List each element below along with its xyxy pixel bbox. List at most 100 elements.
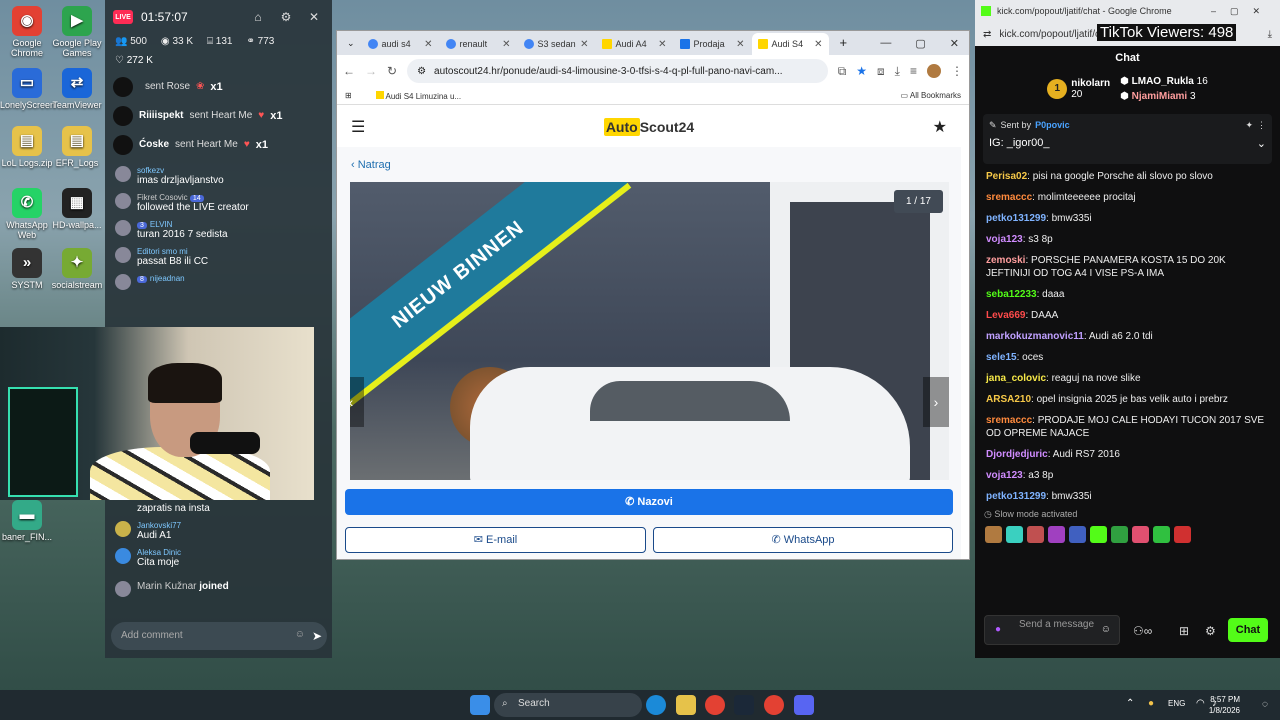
tab-audi-s4-active[interactable]: Audi S4 ✕	[751, 33, 829, 55]
close-icon[interactable]: ✕	[580, 39, 588, 50]
send-message-input[interactable]: ● Send a message ☺	[984, 615, 1120, 645]
forward-icon[interactable]: →	[365, 64, 377, 78]
windows-start-icon[interactable]	[470, 695, 490, 715]
desktop-icon-teamviewer[interactable]: ⇄ TeamViewer	[50, 68, 104, 110]
list-item: Jankovski77 Audi A1	[105, 518, 332, 545]
discord-icon[interactable]	[794, 695, 814, 715]
menu-dots-icon[interactable]: ⋮	[951, 64, 963, 78]
wifi-icon[interactable]: ◠	[1196, 698, 1205, 709]
emote[interactable]	[1174, 526, 1191, 543]
desktop-icon-lol-logs[interactable]: ▤ LoL Logs.zip	[0, 126, 54, 168]
more-icon[interactable]: ⋮	[1257, 120, 1266, 131]
all-bookmarks[interactable]: ▭ All Bookmarks	[901, 91, 961, 100]
site-info-icon[interactable]: ⚙	[417, 66, 426, 77]
shop-icon[interactable]: ⊞	[1179, 624, 1189, 638]
close-icon[interactable]: ✕	[814, 39, 822, 50]
desktop-icon-systm[interactable]: » SYSTM	[0, 248, 54, 290]
call-button[interactable]: ✆ Nazovi	[345, 489, 953, 515]
send-icon[interactable]: ➤	[312, 629, 322, 643]
prev-photo-icon[interactable]: ‹	[350, 377, 364, 427]
chevron-down-icon[interactable]: ⌄	[1257, 137, 1266, 150]
desktop-icon-baner[interactable]: ▬ baner_FIN...	[0, 500, 54, 542]
chrome-icon[interactable]	[764, 695, 784, 715]
add-comment-input[interactable]: Add comment ☺	[111, 622, 327, 650]
tab-audi-a4[interactable]: Audi A4 ✕	[596, 33, 673, 55]
kick-url[interactable]: kick.com/popout/ljatif/c	[999, 29, 1100, 40]
back-icon[interactable]: ←	[343, 64, 355, 78]
notification-icon[interactable]: ◌	[1262, 699, 1268, 710]
emote[interactable]	[1069, 526, 1086, 543]
download-icon[interactable]: ⤓	[1268, 29, 1272, 40]
media-icon[interactable]: ≡	[910, 64, 917, 78]
microphone-icon[interactable]: ●	[1148, 698, 1154, 709]
emote[interactable]	[1111, 526, 1128, 543]
favorite-star-icon[interactable]: ★	[933, 117, 947, 137]
reload-icon[interactable]: ↻	[387, 64, 397, 78]
install-icon[interactable]: ⧉	[838, 64, 847, 79]
close-icon[interactable]: ✕	[736, 39, 744, 50]
desktop-icon-chrome[interactable]: ◉ Google Chrome	[0, 6, 54, 58]
edge-icon[interactable]	[646, 695, 666, 715]
desktop-icon-wallpaper[interactable]: ▦ HD-wallpa...	[50, 188, 104, 230]
emote[interactable]	[1153, 526, 1170, 543]
next-photo-icon[interactable]: ›	[923, 377, 949, 427]
car-photo[interactable]: NIEUW BINNEN 1 / 17 ‹ ›	[350, 182, 949, 480]
minimize-icon[interactable]: —	[880, 37, 891, 50]
users-icon[interactable]: ⚇∞	[1133, 624, 1152, 638]
steam-icon[interactable]	[734, 695, 754, 715]
desktop-icon-lonelyscreen[interactable]: ▭ LonelyScreen	[0, 68, 55, 110]
close-window-icon[interactable]: ✕	[950, 37, 959, 50]
google-icon	[367, 39, 378, 49]
tab-s3-sedan[interactable]: S3 sedan ✕	[518, 33, 595, 55]
desktop-icon-play-games[interactable]: ▶ Google Play Games	[50, 6, 104, 58]
url-input[interactable]: ⚙ autoscout24.hr/ponude/audi-s4-limousine…	[407, 59, 828, 83]
emote[interactable]	[985, 526, 1002, 543]
tab-prodaja[interactable]: Prodaja ✕	[674, 33, 751, 55]
hamburger-menu-icon[interactable]: ☰	[351, 117, 365, 137]
file-explorer-icon[interactable]	[676, 695, 696, 715]
whatsapp-button[interactable]: ✆ WhatsApp	[653, 527, 953, 553]
desktop-icon-socialstream[interactable]: ✦ socialstream	[50, 248, 104, 290]
language-indicator[interactable]: ENG	[1168, 699, 1185, 708]
desktop-icon-efr-logs[interactable]: ▤ EFR_Logs	[50, 126, 104, 168]
apps-icon[interactable]: ⊞	[345, 91, 352, 100]
back-link[interactable]: ‹ Natrag	[337, 147, 961, 183]
chevron-up-icon[interactable]: ⌃	[1126, 698, 1134, 709]
profile-avatar[interactable]	[927, 64, 941, 78]
gear-icon[interactable]: ⚙	[276, 10, 296, 24]
emote[interactable]	[1027, 526, 1044, 543]
lock-icon[interactable]: ⌂	[248, 10, 268, 24]
close-icon[interactable]: ✕	[424, 39, 432, 50]
unpin-icon[interactable]: ✦	[1245, 120, 1253, 131]
bookmark-star-icon[interactable]: ★	[856, 64, 867, 78]
emote[interactable]	[1048, 526, 1065, 543]
tab-audi-s4[interactable]: audi s4 ✕	[362, 33, 439, 55]
desktop-icon-whatsapp[interactable]: ✆ WhatsApp Web	[0, 188, 54, 240]
taskbar-search[interactable]: ⌕ Search	[494, 693, 642, 717]
tab-search-icon[interactable]: ⌄	[341, 38, 361, 55]
download-icon[interactable]: ⤓	[895, 64, 900, 79]
autoscout-logo[interactable]: Auto Scout24	[603, 118, 694, 136]
close-icon[interactable]: ✕	[304, 10, 324, 24]
emote[interactable]	[1006, 526, 1023, 543]
emoji-icon[interactable]: ☺	[1101, 624, 1111, 635]
window-controls[interactable]: –▢✕	[1211, 6, 1274, 17]
chrome-icon[interactable]	[705, 695, 725, 715]
bookmark-item[interactable]: Audi S4 Limuzina u...	[375, 90, 461, 101]
close-icon[interactable]: ✕	[502, 39, 510, 50]
maximize-icon[interactable]: ▢	[915, 37, 925, 50]
system-clock[interactable]: 8:57 PM 1/8/2026	[1209, 694, 1240, 716]
extensions-icon[interactable]: ⧈	[877, 64, 885, 79]
emote[interactable]	[1090, 526, 1107, 543]
chat-send-button[interactable]: Chat	[1228, 618, 1268, 642]
emoji-icon[interactable]: ☺	[295, 629, 305, 640]
gear-icon[interactable]: ⚙	[1205, 624, 1216, 638]
close-icon[interactable]: ✕	[658, 39, 666, 50]
email-button[interactable]: ✉ E-mail	[345, 527, 646, 553]
gift-icon: ⬢	[1120, 91, 1129, 102]
emote[interactable]	[1132, 526, 1149, 543]
tab-renault[interactable]: renault ✕	[440, 33, 517, 55]
site-info-icon[interactable]: ⇄	[983, 29, 991, 40]
new-tab-icon[interactable]: +	[830, 35, 858, 55]
microphone-icon[interactable]: ●	[995, 624, 1001, 635]
